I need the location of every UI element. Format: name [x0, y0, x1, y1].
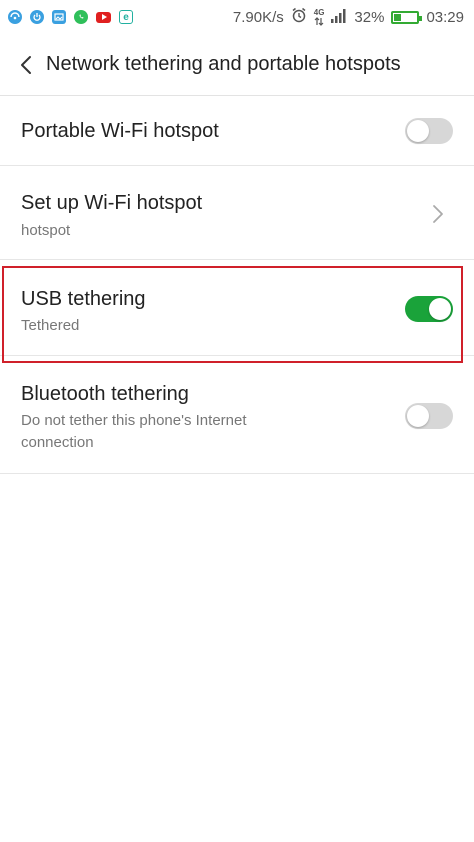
- setting-subtitle: hotspot: [21, 222, 71, 239]
- toggle-knob: [407, 120, 429, 142]
- setting-portable-hotspot[interactable]: Portable Wi-Fi hotspot: [0, 96, 474, 166]
- setting-title: Set up Wi-Fi hotspot: [21, 192, 203, 214]
- usb-tethering-toggle[interactable]: [405, 296, 453, 322]
- mobile-data-icon: 4G: [313, 7, 325, 26]
- toggle-knob: [407, 405, 429, 427]
- setting-subtitle: Do not tether this phone's Internet conn…: [21, 412, 247, 451]
- youtube-icon: [96, 11, 111, 23]
- whatsapp-icon: [74, 10, 88, 24]
- status-bar: e 7.90K/s 4G 32% 03:29: [0, 0, 474, 34]
- setting-usb-tethering[interactable]: USB tethering Tethered: [0, 260, 474, 356]
- network-type: 4G: [313, 7, 325, 17]
- app-bar: Network tethering and portable hotspots: [0, 34, 474, 96]
- setting-title: Portable Wi-Fi hotspot: [21, 120, 219, 142]
- page-title: Network tethering and portable hotspots: [46, 53, 401, 75]
- power-icon: [30, 10, 44, 24]
- bluetooth-tethering-toggle[interactable]: [405, 403, 453, 429]
- e-browser-icon: e: [119, 10, 133, 24]
- clock: 03:29: [426, 8, 464, 26]
- setting-bluetooth-tethering[interactable]: Bluetooth tethering Do not tether this p…: [0, 356, 474, 474]
- system-indicators: 7.90K/s 4G 32% 03:29: [226, 7, 466, 27]
- setting-setup-hotspot[interactable]: Set up Wi-Fi hotspot hotspot: [0, 166, 474, 260]
- alarm-icon: [291, 7, 307, 27]
- back-arrow-icon: [21, 55, 31, 74]
- back-button[interactable]: [4, 43, 48, 87]
- gallery-icon: [52, 10, 66, 24]
- notification-icons: e: [8, 10, 141, 24]
- battery-level: [394, 13, 402, 21]
- toggle-knob: [429, 298, 451, 320]
- setting-title: Bluetooth tethering: [21, 383, 189, 405]
- portable-hotspot-toggle[interactable]: [405, 118, 453, 144]
- battery-icon: [391, 10, 423, 24]
- battery-percent: 32%: [354, 8, 385, 26]
- network-speed: 7.90K/s: [232, 8, 284, 26]
- screen: e 7.90K/s 4G 32% 03:29 Network tethering…: [0, 0, 474, 842]
- chevron-right-icon: [433, 205, 443, 223]
- wifi-share-icon: [8, 10, 22, 24]
- setting-title: USB tethering: [21, 288, 146, 310]
- signal-icon: [331, 8, 347, 27]
- setting-subtitle: Tethered: [21, 317, 80, 334]
